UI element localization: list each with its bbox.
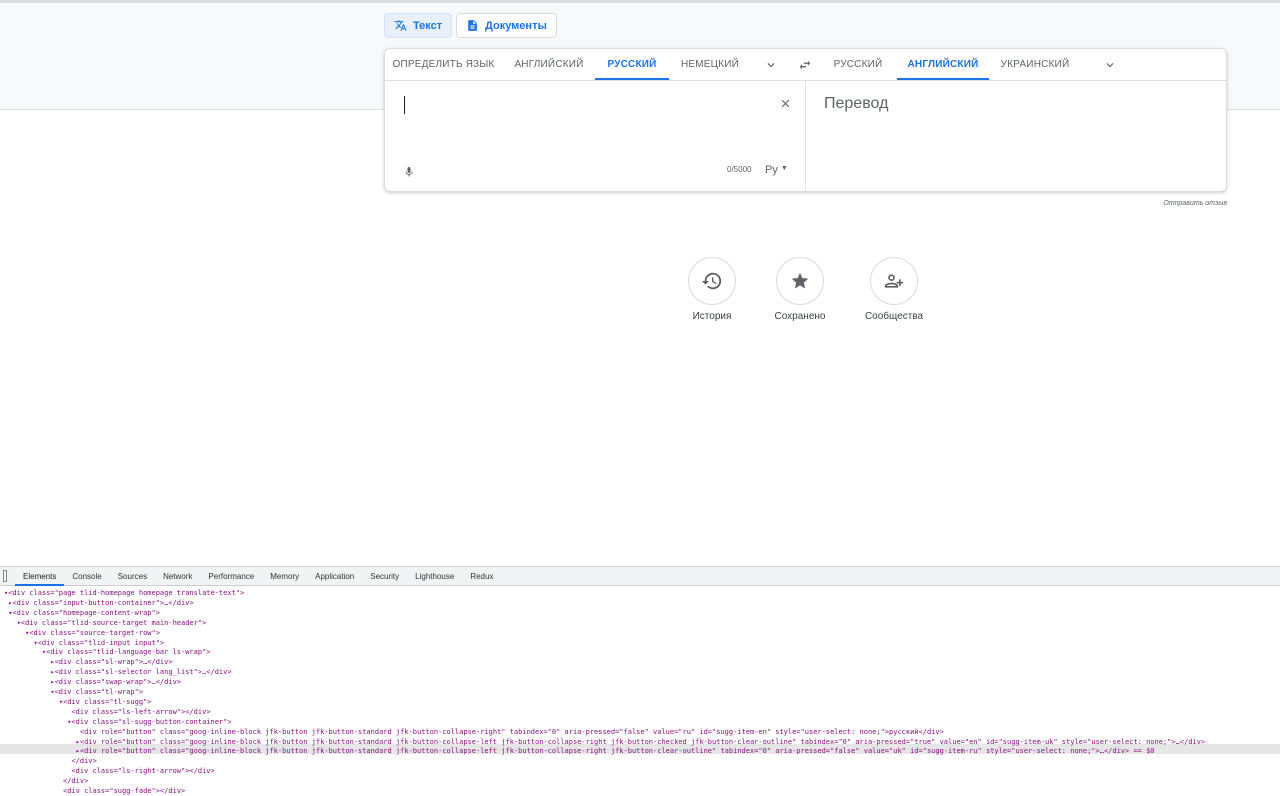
source-lang-russian[interactable]: РУССКИЙ — [595, 49, 669, 81]
devtools-tab-security[interactable]: Security — [362, 567, 407, 586]
devtools-panel: Elements Console Sources Network Perform… — [0, 566, 1280, 795]
target-more-chevron-down-icon[interactable] — [1102, 57, 1118, 73]
dom-tree-node[interactable]: ▾<div class="sl-sugg-button-container"> — [4, 717, 231, 727]
community-icon — [884, 274, 904, 288]
dom-tree-node[interactable]: </div> — [4, 756, 96, 766]
source-more-chevron-down-icon[interactable] — [763, 57, 779, 73]
microphone-icon[interactable] — [401, 164, 417, 180]
devtools-tab-bar: Elements Console Sources Network Perform… — [0, 567, 1280, 586]
text-caret — [404, 96, 405, 114]
transliteration-toggle[interactable]: Ру ▼ — [765, 164, 788, 176]
dom-tree-node[interactable]: ▾<div class="tl-wrap"> — [4, 687, 143, 697]
saved-button[interactable] — [776, 257, 824, 305]
transliteration-label: Ру — [765, 164, 778, 176]
inspect-element-icon[interactable] — [3, 570, 7, 582]
dom-tree-node[interactable]: ▾<div class="tlid-source-target main-hea… — [4, 618, 207, 628]
text-mode-button[interactable]: Текст — [384, 13, 453, 38]
source-lang-detect[interactable]: ОПРЕДЕЛИТЬ ЯЗЫК — [385, 49, 502, 81]
target-lang-ukrainian[interactable]: УКРАИНСКИЙ — [995, 49, 1075, 81]
history-icon — [701, 272, 722, 290]
devtools-tab-console[interactable]: Console — [64, 567, 109, 586]
history-action[interactable]: История — [662, 257, 762, 322]
source-lang-english[interactable]: АНГЛИЙСКИЙ — [510, 49, 588, 81]
saved-action[interactable]: Сохранено — [750, 257, 850, 322]
dom-tree-node[interactable]: <div role="button" class="goog-inline-bl… — [4, 727, 944, 737]
text-mode-label: Текст — [413, 19, 443, 32]
devtools-tab-redux[interactable]: Redux — [462, 567, 501, 586]
community-label: Сообщества — [864, 311, 924, 322]
dom-tree-node[interactable]: ▾<div class="homepage-content-wrap"> — [4, 608, 160, 618]
dom-tree-node[interactable]: ▾<div class="tlid-language-bar ls-wrap"> — [4, 647, 211, 657]
star-icon — [791, 272, 809, 289]
dom-tree-node[interactable]: ▸<div role="button" class="goog-inline-b… — [4, 737, 1205, 747]
dom-tree-node[interactable]: ▸<div class="sl-selector lang_list">…</d… — [4, 667, 231, 677]
swap-languages-icon[interactable] — [797, 57, 813, 73]
clear-input-close-icon[interactable] — [777, 95, 793, 111]
devtools-tab-memory[interactable]: Memory — [262, 567, 307, 586]
dom-tree-node[interactable]: <div class="sugg-fade"></div> — [4, 786, 185, 796]
dom-tree-node[interactable]: </div> — [4, 776, 88, 786]
devtools-tab-application[interactable]: Application — [307, 567, 362, 586]
translate-icon — [394, 20, 407, 31]
dom-tree-node[interactable]: ▸<div class="swap-wrap">…</div> — [4, 677, 181, 687]
source-text-input[interactable] — [385, 82, 805, 157]
dom-tree-node[interactable]: ▾<div class="source-target-row"> — [4, 628, 160, 638]
language-bar: ОПРЕДЕЛИТЬ ЯЗЫК АНГЛИЙСКИЙ РУССКИЙ НЕМЕЦ… — [385, 49, 1226, 81]
community-action[interactable]: Сообщества — [844, 257, 944, 322]
documents-mode-button[interactable]: Документы — [456, 13, 557, 38]
dom-tree-node[interactable]: ▸<div class="sl-wrap">…</div> — [4, 657, 172, 667]
target-lang-russian[interactable]: РУССКИЙ — [825, 49, 891, 81]
character-counter: 0/5000 — [727, 165, 752, 174]
dom-tree-node[interactable]: ▸<div role="button" class="goog-inline-b… — [4, 746, 1155, 756]
translation-output: Перевод — [824, 95, 889, 112]
devtools-tab-elements[interactable]: Elements — [15, 567, 65, 586]
dom-tree-node[interactable]: <div class="ls-right-arrow"></div> — [4, 766, 214, 776]
documents-mode-label: Документы — [485, 19, 547, 32]
community-button[interactable] — [870, 257, 918, 305]
saved-label: Сохранено — [774, 311, 826, 322]
dom-tree-node[interactable]: ▾<div class="page tlid-homepage homepage… — [4, 588, 244, 598]
dom-tree-node[interactable]: ▾<div class="tlid-input input"> — [4, 638, 165, 648]
devtools-tab-network[interactable]: Network — [155, 567, 200, 586]
devtools-tab-lighthouse[interactable]: Lighthouse — [407, 567, 462, 586]
devtools-tab-performance[interactable]: Performance — [200, 567, 262, 586]
transliteration-dropdown-icon: ▼ — [780, 165, 788, 172]
history-label: История — [692, 311, 732, 322]
panel-divider — [805, 81, 806, 191]
dom-tree-node[interactable]: ▾<div class="tl-sugg"> — [4, 697, 152, 707]
document-icon — [468, 20, 477, 31]
translator-card: ОПРЕДЕЛИТЬ ЯЗЫК АНГЛИЙСКИЙ РУССКИЙ НЕМЕЦ… — [384, 48, 1227, 192]
devtools-tab-sources[interactable]: Sources — [110, 567, 155, 586]
dom-tree-node[interactable]: ▸<div class="input-button-container">…</… — [4, 598, 193, 608]
send-feedback-link[interactable]: Отправить отзыв — [1160, 200, 1227, 207]
source-lang-german[interactable]: НЕМЕЦКИЙ — [675, 49, 745, 81]
history-button[interactable] — [688, 257, 736, 305]
target-lang-english[interactable]: АНГЛИЙСКИЙ — [897, 49, 989, 81]
dom-tree-node[interactable]: <div class="ls-left-arrow"></div> — [4, 707, 210, 717]
